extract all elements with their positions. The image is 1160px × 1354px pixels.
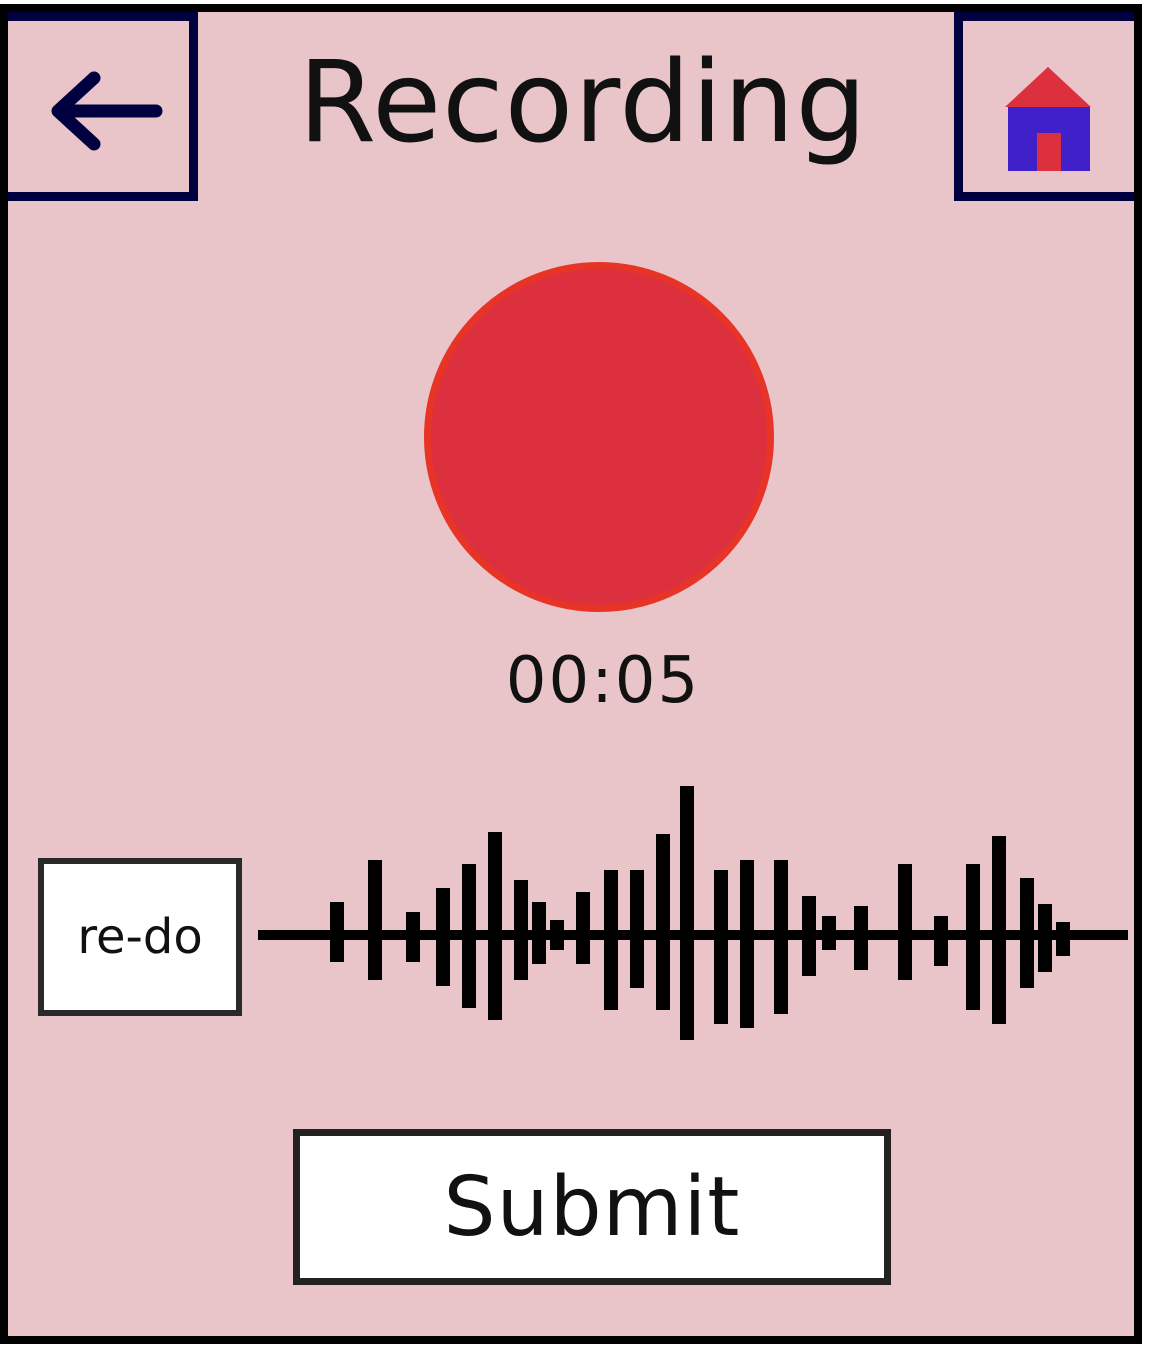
home-icon [1005, 67, 1091, 171]
arrow-left-icon [51, 71, 163, 151]
page-title: Recording [298, 38, 868, 168]
recording-timer: 00:05 [505, 644, 701, 718]
submit-button[interactable]: Submit [293, 1129, 891, 1285]
redo-button[interactable]: re-do [38, 858, 242, 1016]
home-button[interactable] [954, 12, 1134, 201]
record-button[interactable] [424, 262, 774, 612]
back-button[interactable] [8, 12, 198, 201]
recording-screen: Recording 00:05 re-do Submit [0, 4, 1142, 1344]
audio-waveform-icon [258, 786, 1128, 1040]
